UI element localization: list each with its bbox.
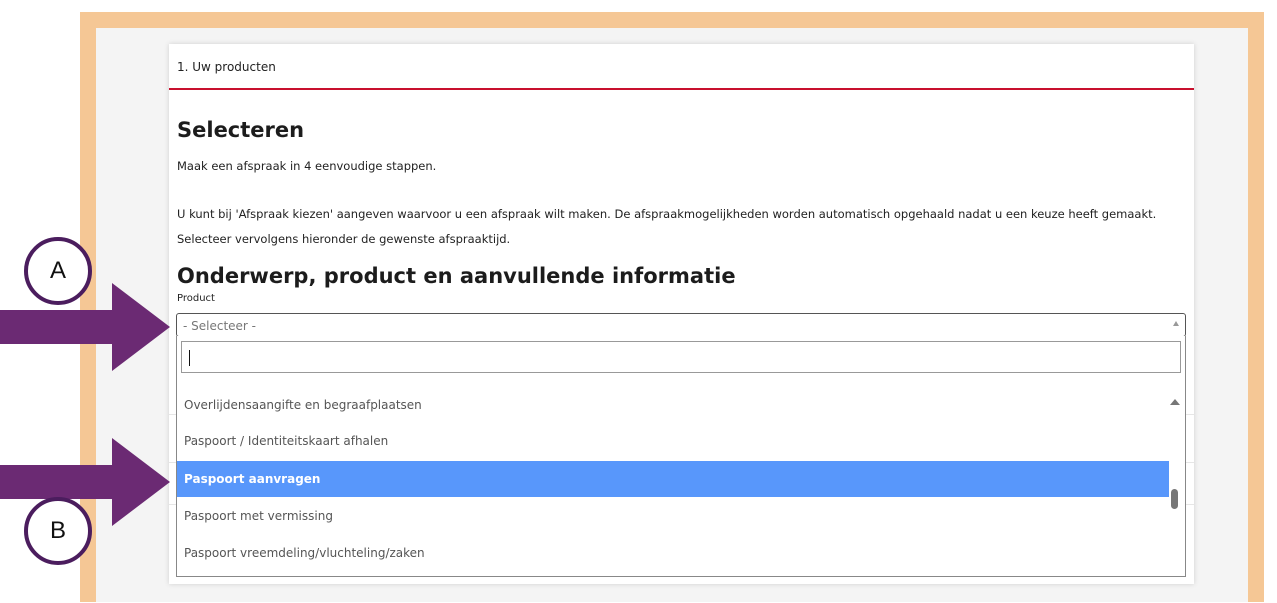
annotation-b: B — [24, 497, 92, 565]
section-heading: Onderwerp, product en aanvullende inform… — [177, 264, 736, 288]
scroll-up-icon[interactable] — [1170, 399, 1180, 405]
option-overlijdensaangifte[interactable]: Overlijdensaangifte en begraafplaatsen — [177, 387, 1169, 423]
product-select[interactable]: - Selecteer - — [176, 313, 1186, 337]
step-title: 1. Uw producten — [177, 60, 276, 74]
product-dropdown: Overlijdensaangifte en begraafplaatsen P… — [176, 336, 1186, 577]
select-value: - Selecteer - — [183, 319, 257, 333]
product-label: Product — [177, 293, 215, 304]
text-cursor — [189, 350, 190, 366]
description-text: U kunt bij 'Afspraak kiezen' aangeven wa… — [177, 207, 1157, 246]
dropdown-search-input[interactable] — [181, 341, 1181, 373]
page-title: Selecteren — [177, 118, 305, 142]
option-label: Paspoort met vermissing — [184, 509, 333, 523]
scrollbar-thumb[interactable] — [1171, 489, 1178, 509]
option-label: Overlijdensaangifte en begraafplaatsen — [184, 398, 422, 412]
annotation-a: A — [24, 237, 92, 305]
option-paspoort-afhalen[interactable]: Paspoort / Identiteitskaart afhalen — [177, 423, 1169, 459]
intro-text: Maak een afspraak in 4 eenvoudige stappe… — [177, 159, 437, 173]
step-header[interactable]: 1. Uw producten — [169, 44, 1194, 90]
option-paspoort-vermissing[interactable]: Paspoort met vermissing — [177, 498, 1169, 534]
option-paspoort-aanvragen[interactable]: Paspoort aanvragen — [177, 461, 1169, 497]
arrow-a-icon — [0, 283, 170, 371]
chevron-up-icon — [1173, 321, 1179, 326]
option-paspoort-vreemdeling[interactable]: Paspoort vreemdeling/vluchteling/zaken — [177, 535, 1169, 571]
option-label: Paspoort / Identiteitskaart afhalen — [184, 434, 389, 448]
option-label: Paspoort aanvragen — [184, 472, 321, 486]
option-label: Paspoort vreemdeling/vluchteling/zaken — [184, 546, 425, 560]
